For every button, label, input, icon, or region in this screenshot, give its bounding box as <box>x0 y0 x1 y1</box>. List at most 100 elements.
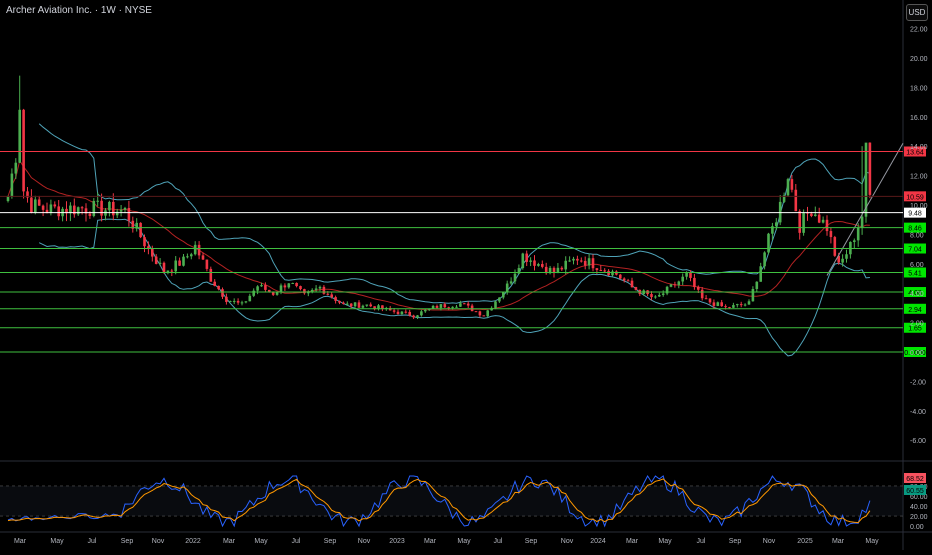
candle-body <box>463 303 466 305</box>
price-level-value: 7.04 <box>908 247 922 254</box>
candle-body <box>860 216 864 228</box>
candle-body <box>41 205 45 210</box>
candle-body <box>275 292 279 295</box>
price-axis-label: -6.00 <box>910 438 926 445</box>
candle-body <box>607 270 610 276</box>
candle-body <box>217 285 220 290</box>
candle <box>599 265 603 271</box>
candle <box>92 198 96 218</box>
candle-body <box>689 272 692 278</box>
price-level-value: 2.94 <box>908 307 922 314</box>
candle-body <box>76 207 80 215</box>
candle <box>611 269 614 277</box>
candle-body <box>416 315 419 318</box>
candle <box>353 302 357 308</box>
candle <box>583 256 587 270</box>
candle-body <box>299 286 302 290</box>
candle-body <box>502 292 505 298</box>
candle <box>213 279 216 287</box>
candle-body <box>174 260 177 272</box>
candle-body <box>314 288 318 290</box>
candle <box>119 204 123 217</box>
time-axis-label: Sep <box>324 538 337 545</box>
candle-body <box>810 213 813 216</box>
candle-body <box>451 306 454 308</box>
candle <box>525 250 528 266</box>
candle <box>646 290 649 297</box>
candle <box>853 238 856 249</box>
candle-body <box>650 294 653 298</box>
chart-canvas[interactable]: 13.6410.599.488.467.045.414.082.941.650.… <box>0 0 932 550</box>
candle <box>537 262 540 267</box>
candle-body <box>509 281 513 284</box>
candle-body <box>739 304 743 306</box>
candle <box>474 311 478 313</box>
oscillator-value-2: 60.55 <box>906 488 924 495</box>
candle <box>112 193 115 221</box>
candle <box>829 227 833 244</box>
candle-body <box>560 267 564 270</box>
symbol-title: Archer Aviation Inc. · 1W · NYSE <box>6 5 152 16</box>
candle <box>529 257 532 267</box>
candle <box>205 259 209 272</box>
candle-body <box>326 293 330 295</box>
candle-body <box>447 307 450 309</box>
time-axis-label: Sep <box>121 538 134 545</box>
time-axis-label: Nov <box>763 538 776 545</box>
candle-body <box>404 311 408 313</box>
candle-body <box>310 289 314 292</box>
candle <box>595 267 599 274</box>
candle-body <box>626 280 630 282</box>
level-lines: 13.6410.599.488.467.045.414.082.941.650.… <box>0 146 926 357</box>
candle-body <box>763 252 766 267</box>
time-axis-label: Mar <box>626 538 639 545</box>
price-layer <box>6 75 904 357</box>
candle-body <box>256 286 259 291</box>
candle <box>552 266 556 278</box>
candle <box>755 281 759 293</box>
time-axis-label: Mar <box>223 538 236 545</box>
candle-body <box>474 311 478 313</box>
candle-body <box>775 222 778 227</box>
price-axis-label: 2.00 <box>910 321 924 328</box>
candle <box>794 184 798 212</box>
candle-body <box>587 258 591 266</box>
candle-body <box>853 240 856 242</box>
time-axis-label: Jul <box>292 538 301 545</box>
candle-body <box>424 309 427 312</box>
currency-button[interactable]: USD <box>906 4 928 21</box>
candle-body <box>576 258 579 261</box>
candle-body <box>279 285 283 293</box>
candle <box>115 208 119 219</box>
candle-body <box>736 304 739 306</box>
candle <box>486 309 489 318</box>
time-axis-label: May <box>457 538 471 545</box>
candle <box>158 258 162 266</box>
candle <box>767 232 770 255</box>
candle <box>478 310 482 318</box>
candle-body <box>435 305 439 308</box>
candle <box>435 304 439 309</box>
candle-body <box>681 276 684 282</box>
candle <box>416 314 419 320</box>
time-axis-label: Mar <box>832 538 845 545</box>
candle <box>817 207 821 224</box>
candle-body <box>498 297 501 302</box>
candle-body <box>521 253 525 269</box>
candle-body <box>759 266 762 282</box>
chart-root[interactable]: 13.64 10.59 9.48 8.46 7.04 5.41 4.08 2.94 1.65 0.… <box>0 0 932 550</box>
candle-body <box>868 142 872 195</box>
candle-body <box>154 256 158 264</box>
candle-body <box>700 289 704 299</box>
candle-body <box>790 179 794 190</box>
candle <box>845 249 848 263</box>
candle-body <box>361 305 365 308</box>
price-axis-label: 12.00 <box>910 174 928 181</box>
candle <box>704 295 708 300</box>
candle-body <box>283 285 287 288</box>
candle-body <box>431 305 435 309</box>
candle-body <box>420 311 423 316</box>
candle <box>630 277 634 288</box>
candle-body <box>260 285 263 287</box>
candle <box>533 255 536 271</box>
